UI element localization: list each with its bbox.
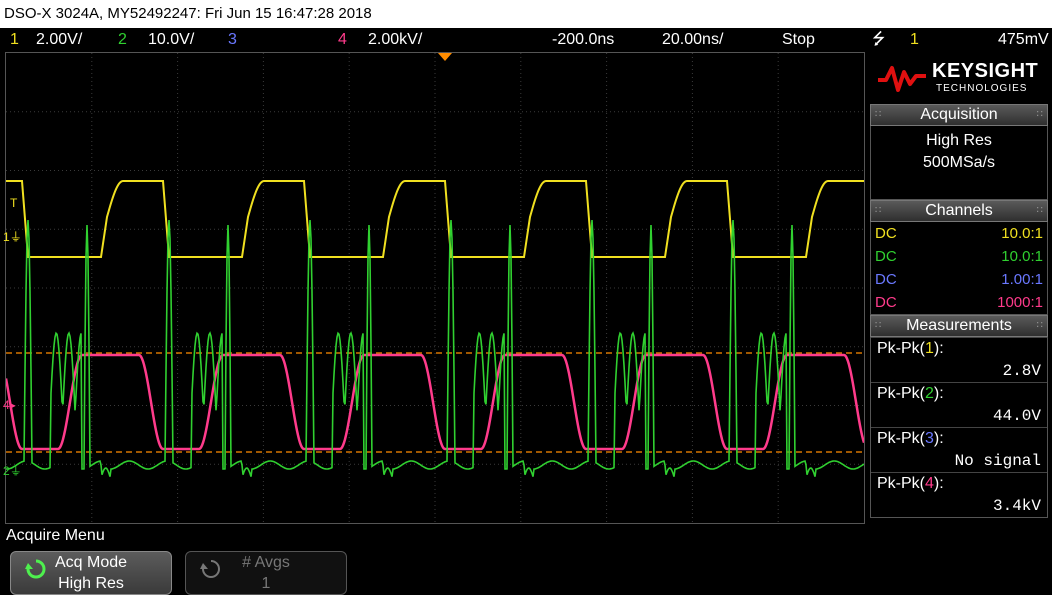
grip-icon: ∷ <box>875 320 882 331</box>
channel-coupling: DC <box>875 294 897 311</box>
acq-mode-value: High Res <box>926 132 992 149</box>
avgs-softkey[interactable]: # Avgs 1 <box>185 551 347 595</box>
channels-body: DC 10.0:1 DC 10.0:1 DC 1.00:1 DC 1000:1 <box>870 222 1048 315</box>
ch2-trace <box>6 219 864 477</box>
measurement-value: No signal <box>954 452 1041 470</box>
channels-header[interactable]: ∷ Channels ∷ <box>870 200 1048 222</box>
measurement-4: Pk-Pk(4): 3.4kV <box>871 472 1047 517</box>
waveform-display[interactable] <box>5 52 865 524</box>
grip-icon: ∷ <box>875 109 882 120</box>
ch3-number[interactable]: 3 <box>228 28 237 52</box>
ch4-marker-label: 4 <box>3 398 10 412</box>
channel-probe: 10.0:1 <box>1001 225 1043 242</box>
ch1-scale[interactable]: 2.00V/ <box>36 28 82 52</box>
measurement-1: Pk-Pk(1): 2.8V <box>871 337 1047 382</box>
channel-row-3: DC 1.00:1 <box>871 268 1047 291</box>
channel-row-1: DC 10.0:1 <box>871 222 1047 245</box>
measurement-value: 3.4kV <box>992 497 1041 515</box>
trigger-channel[interactable]: 1 <box>910 28 919 52</box>
ch1-ground-marker[interactable]: 1⏚ <box>3 228 22 245</box>
acquisition-header[interactable]: ∷ Acquisition ∷ <box>870 104 1048 126</box>
brand-sub: TECHNOLOGIES <box>936 83 1028 94</box>
keysight-wave-icon <box>878 66 926 92</box>
time-scale[interactable]: 20.00ns/ <box>662 28 723 52</box>
trigger-level-marker[interactable]: T <box>10 196 17 210</box>
grip-icon: ∷ <box>875 205 882 216</box>
grip-icon: ∷ <box>1036 109 1043 120</box>
channel-coupling: DC <box>875 271 897 288</box>
time-offset[interactable]: -200.0ns <box>552 28 614 52</box>
measurement-label: Pk-Pk(1): <box>877 340 944 357</box>
ch2-ground-marker[interactable]: 2⏚ <box>3 462 22 479</box>
keysight-logo: KEYSIGHT TECHNOLOGIES <box>870 52 1048 104</box>
measurement-3: Pk-Pk(3): No signal <box>871 427 1047 472</box>
measurement-value: 44.0V <box>992 407 1041 425</box>
measurements-header-label: Measurements <box>906 317 1012 334</box>
channel-row-4: DC 1000:1 <box>871 291 1047 314</box>
ch4-number[interactable]: 4 <box>338 28 347 52</box>
run-state[interactable]: Stop <box>782 28 815 52</box>
measurement-value: 2.8V <box>1002 362 1041 380</box>
trigger-level[interactable]: 475mV <box>998 28 1049 52</box>
channel-coupling: DC <box>875 225 897 242</box>
rotate-knob-icon <box>200 560 220 578</box>
measurement-label: Pk-Pk(4): <box>877 475 944 492</box>
trigger-position-icon <box>438 53 452 61</box>
measurement-label: Pk-Pk(3): <box>877 430 944 447</box>
ch2-number[interactable]: 2 <box>118 28 127 52</box>
channel-probe: 10.0:1 <box>1001 248 1043 265</box>
grip-icon: ∷ <box>1036 320 1043 331</box>
acq-mode-softkey[interactable]: Acq Mode High Res <box>10 551 172 595</box>
status-bar: 1 2.00V/ 2 10.0V/ 3 4 2.00kV/ -200.0ns 2… <box>0 28 1052 52</box>
sample-rate-value: 500MSa/s <box>922 154 996 171</box>
acquisition-body: High Res 500MSa/s <box>870 126 1048 200</box>
ch2-marker-label: 2 <box>3 464 10 478</box>
measurement-2: Pk-Pk(2): 44.0V <box>871 382 1047 427</box>
channel-probe: 1.00:1 <box>1001 271 1043 288</box>
ch1-number[interactable]: 1 <box>10 28 19 52</box>
menu-title: Acquire Menu <box>6 527 105 544</box>
brand-name: KEYSIGHT <box>932 60 1039 82</box>
ch2-scale[interactable]: 10.0V/ <box>148 28 194 52</box>
trigger-edge-icon: ⭍ <box>872 31 886 48</box>
acquisition-header-label: Acquisition <box>920 106 998 123</box>
title-bar: DSO-X 3024A, MY52492247: Fri Jun 15 16:4… <box>0 0 1052 28</box>
channel-coupling: DC <box>875 248 897 265</box>
channel-row-2: DC 10.0:1 <box>871 245 1047 268</box>
channels-header-label: Channels <box>925 202 993 219</box>
ch4-ground-marker[interactable]: 4▸ <box>3 398 16 412</box>
measurement-label: Pk-Pk(2): <box>877 385 944 402</box>
waveform-grid-svg <box>6 53 864 523</box>
right-info-panel: KEYSIGHT TECHNOLOGIES ∷ Acquisition ∷ Hi… <box>870 52 1048 524</box>
measurements-header[interactable]: ∷ Measurements ∷ <box>870 315 1048 337</box>
rotate-knob-icon <box>25 559 46 579</box>
measurements-body: Pk-Pk(1): 2.8V Pk-Pk(2): 44.0V Pk-Pk(3):… <box>870 337 1048 518</box>
ch1-marker-label: 1 <box>3 230 10 244</box>
grip-icon: ∷ <box>1036 205 1043 216</box>
channel-probe: 1000:1 <box>997 294 1043 311</box>
ch4-scale[interactable]: 2.00kV/ <box>368 28 422 52</box>
